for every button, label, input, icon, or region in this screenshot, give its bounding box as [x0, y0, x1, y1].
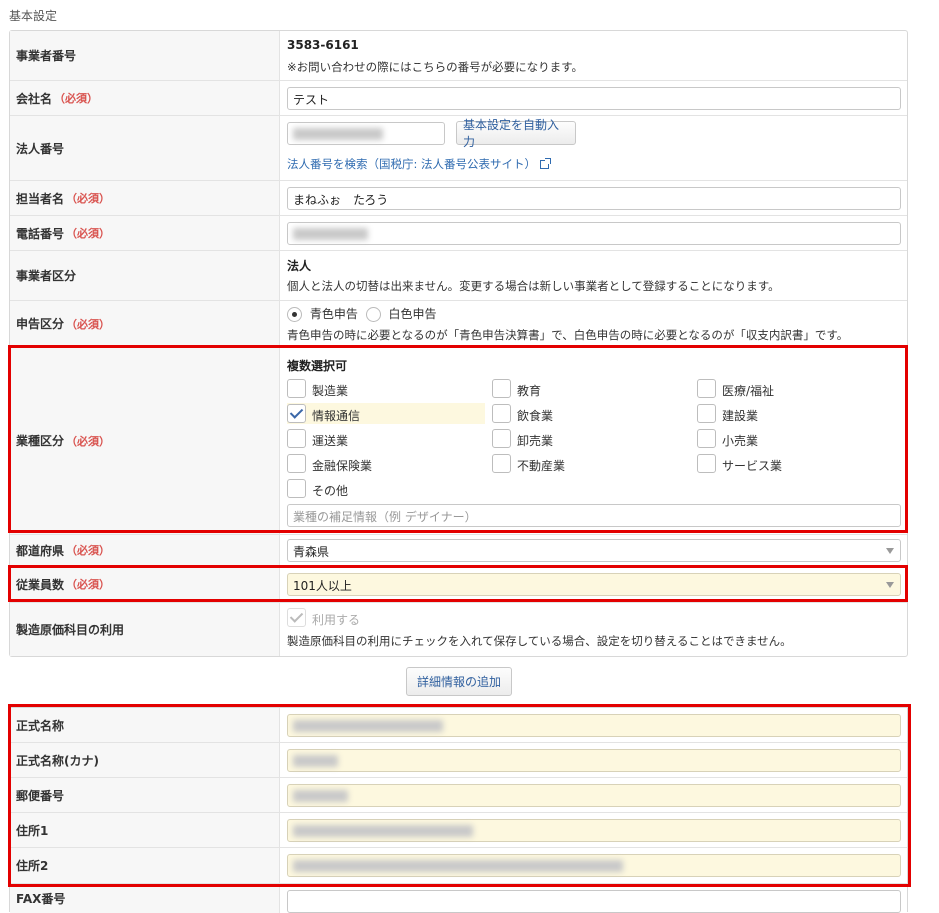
row-prefecture: 都道府県 （必須） 青森県	[10, 535, 907, 566]
industry-checkbox-finance[interactable]	[287, 454, 306, 473]
add-detail-button[interactable]: 詳細情報の追加	[406, 667, 512, 696]
row-business-type: 事業者区分 法人 個人と法人の切替は出来ません。変更する場合は新しい事業者として…	[10, 251, 907, 301]
row-cost-accounts: 製造原価科目の利用 利用する 製造原価科目の利用にチェックを入れて保存している場…	[10, 603, 907, 656]
industry-checkbox-construction[interactable]	[697, 404, 716, 423]
industry-checkbox-restaurant[interactable]	[492, 404, 511, 423]
official-name-label: 正式名称	[16, 718, 65, 733]
filing-radio-group: 青色申告 白色申告	[287, 305, 437, 322]
industry-checkbox-medical-welfare[interactable]	[697, 379, 716, 398]
industry-heading: 複数選択可	[287, 359, 348, 373]
employees-label: 従業員数	[16, 577, 65, 592]
row-official-name-kana: 正式名称(カナ)	[10, 743, 907, 778]
industry-supplement-input[interactable]: 業種の補足情報（例 デザイナー）	[287, 504, 901, 527]
postal-code-input[interactable]	[287, 784, 901, 807]
row-fax: FAX番号	[10, 884, 907, 913]
address1-input[interactable]	[287, 819, 901, 842]
blurred-value	[293, 754, 338, 767]
row-company-name: 会社名 （必須） テスト	[10, 81, 907, 116]
business-number-value: 3583-6161	[287, 38, 359, 52]
contact-name-input[interactable]: まねふぉ たろう	[287, 187, 901, 210]
fax-input[interactable]	[287, 890, 901, 913]
row-postal-code: 郵便番号	[10, 778, 907, 813]
row-industry: 業種区分 （必須） 複数選択可 製造業 教育 医療/福祉 情報通信 飲食業 建設業…	[10, 347, 907, 535]
industry-checkbox-wholesale[interactable]	[492, 429, 511, 448]
postal-code-label: 郵便番号	[16, 788, 65, 803]
detail-panel: 正式名称 正式名称(カナ) 郵便番号 住所1 住所2 FAX番号	[9, 707, 908, 913]
phone-label: 電話番号	[16, 226, 65, 241]
external-link-icon	[540, 158, 552, 169]
address1-label: 住所1	[16, 823, 49, 838]
address2-label: 住所2	[16, 859, 49, 873]
blurred-value	[293, 127, 383, 140]
cost-accounts-label: 製造原価科目の利用	[16, 623, 125, 637]
official-name-input[interactable]	[287, 714, 901, 737]
blurred-value	[293, 859, 623, 872]
address2-input[interactable]	[287, 854, 901, 877]
row-contact-name: 担当者名 （必須） まねふぉ たろう	[10, 181, 907, 216]
business-type-label: 事業者区分	[16, 269, 77, 283]
industry-label: 業種区分	[16, 434, 65, 448]
cost-accounts-checkbox	[287, 608, 306, 627]
company-name-input[interactable]: テスト	[287, 87, 901, 110]
business-type-value: 法人	[287, 259, 312, 273]
business-type-note: 個人と法人の切替は出来ません。変更する場合は新しい事業者として登録することになり…	[287, 279, 780, 293]
filing-label: 申告区分	[16, 317, 65, 331]
corporate-number-search-link[interactable]: 法人番号を検索（国税庁: 法人番号公表サイト）	[287, 156, 552, 172]
row-filing: 申告区分 （必須） 青色申告 白色申告 青色申告の時に必要となるのが「青色申告決算…	[10, 301, 907, 347]
chevron-down-icon	[886, 582, 894, 588]
basic-settings-panel: 事業者番号 3583-6161 ※お問い合わせの際にはこちらの番号が必要になりま…	[9, 30, 908, 657]
industry-checkbox-it[interactable]	[287, 404, 306, 423]
auto-fill-button[interactable]: 基本設定を自動入力	[456, 118, 576, 149]
blurred-value	[293, 719, 443, 732]
row-phone: 電話番号 （必須）	[10, 216, 907, 251]
industry-checkbox-real-estate[interactable]	[492, 454, 511, 473]
official-name-kana-input[interactable]	[287, 749, 901, 772]
industry-checkbox-service[interactable]	[697, 454, 716, 473]
corporate-number-input[interactable]	[287, 122, 445, 145]
cost-accounts-note: 製造原価科目の利用にチェックを入れて保存している場合、設定を切り替えることはでき…	[287, 634, 792, 648]
industry-checkbox-manufacturing[interactable]	[287, 379, 306, 398]
industry-checkbox-other[interactable]	[287, 479, 306, 498]
contact-name-label: 担当者名	[16, 191, 65, 206]
row-official-name: 正式名称	[10, 708, 907, 743]
blurred-value	[293, 227, 368, 240]
business-number-note: ※お問い合わせの際にはこちらの番号が必要になります。	[287, 60, 583, 74]
phone-input[interactable]	[287, 222, 901, 245]
cost-accounts-checkbox-label: 利用する	[312, 613, 361, 627]
chevron-down-icon	[886, 548, 894, 554]
industry-checkbox-education[interactable]	[492, 379, 511, 398]
filing-note: 青色申告の時に必要となるのが「青色申告決算書」で、白色申告の時に必要となるのが「…	[287, 328, 849, 342]
business-number-label: 事業者番号	[10, 31, 280, 80]
employees-select[interactable]: 101人以上	[287, 573, 901, 596]
prefecture-label: 都道府県	[16, 543, 65, 558]
industry-checkbox-transport[interactable]	[287, 429, 306, 448]
radio-blue-filing[interactable]	[287, 307, 302, 322]
prefecture-select[interactable]: 青森県	[287, 539, 901, 562]
industry-checkbox-retail[interactable]	[697, 429, 716, 448]
row-business-number: 事業者番号 3583-6161 ※お問い合わせの際にはこちらの番号が必要になりま…	[10, 31, 907, 81]
fax-label: FAX番号	[16, 892, 66, 906]
row-employees: 従業員数 （必須） 101人以上	[10, 566, 907, 603]
row-corporate-number: 法人番号 基本設定を自動入力 法人番号を検索（国税庁: 法人番号公表サイト）	[10, 116, 907, 181]
corporate-number-label: 法人番号	[16, 141, 65, 156]
row-address2: 住所2	[10, 848, 907, 884]
blurred-value	[293, 824, 473, 837]
section-title: 基本設定	[9, 9, 58, 23]
row-address1: 住所1	[10, 813, 907, 848]
blurred-value	[293, 789, 348, 802]
official-name-kana-label: 正式名称(カナ)	[16, 753, 99, 768]
company-name-label: 会社名	[16, 91, 53, 106]
radio-white-filing[interactable]	[365, 307, 381, 322]
